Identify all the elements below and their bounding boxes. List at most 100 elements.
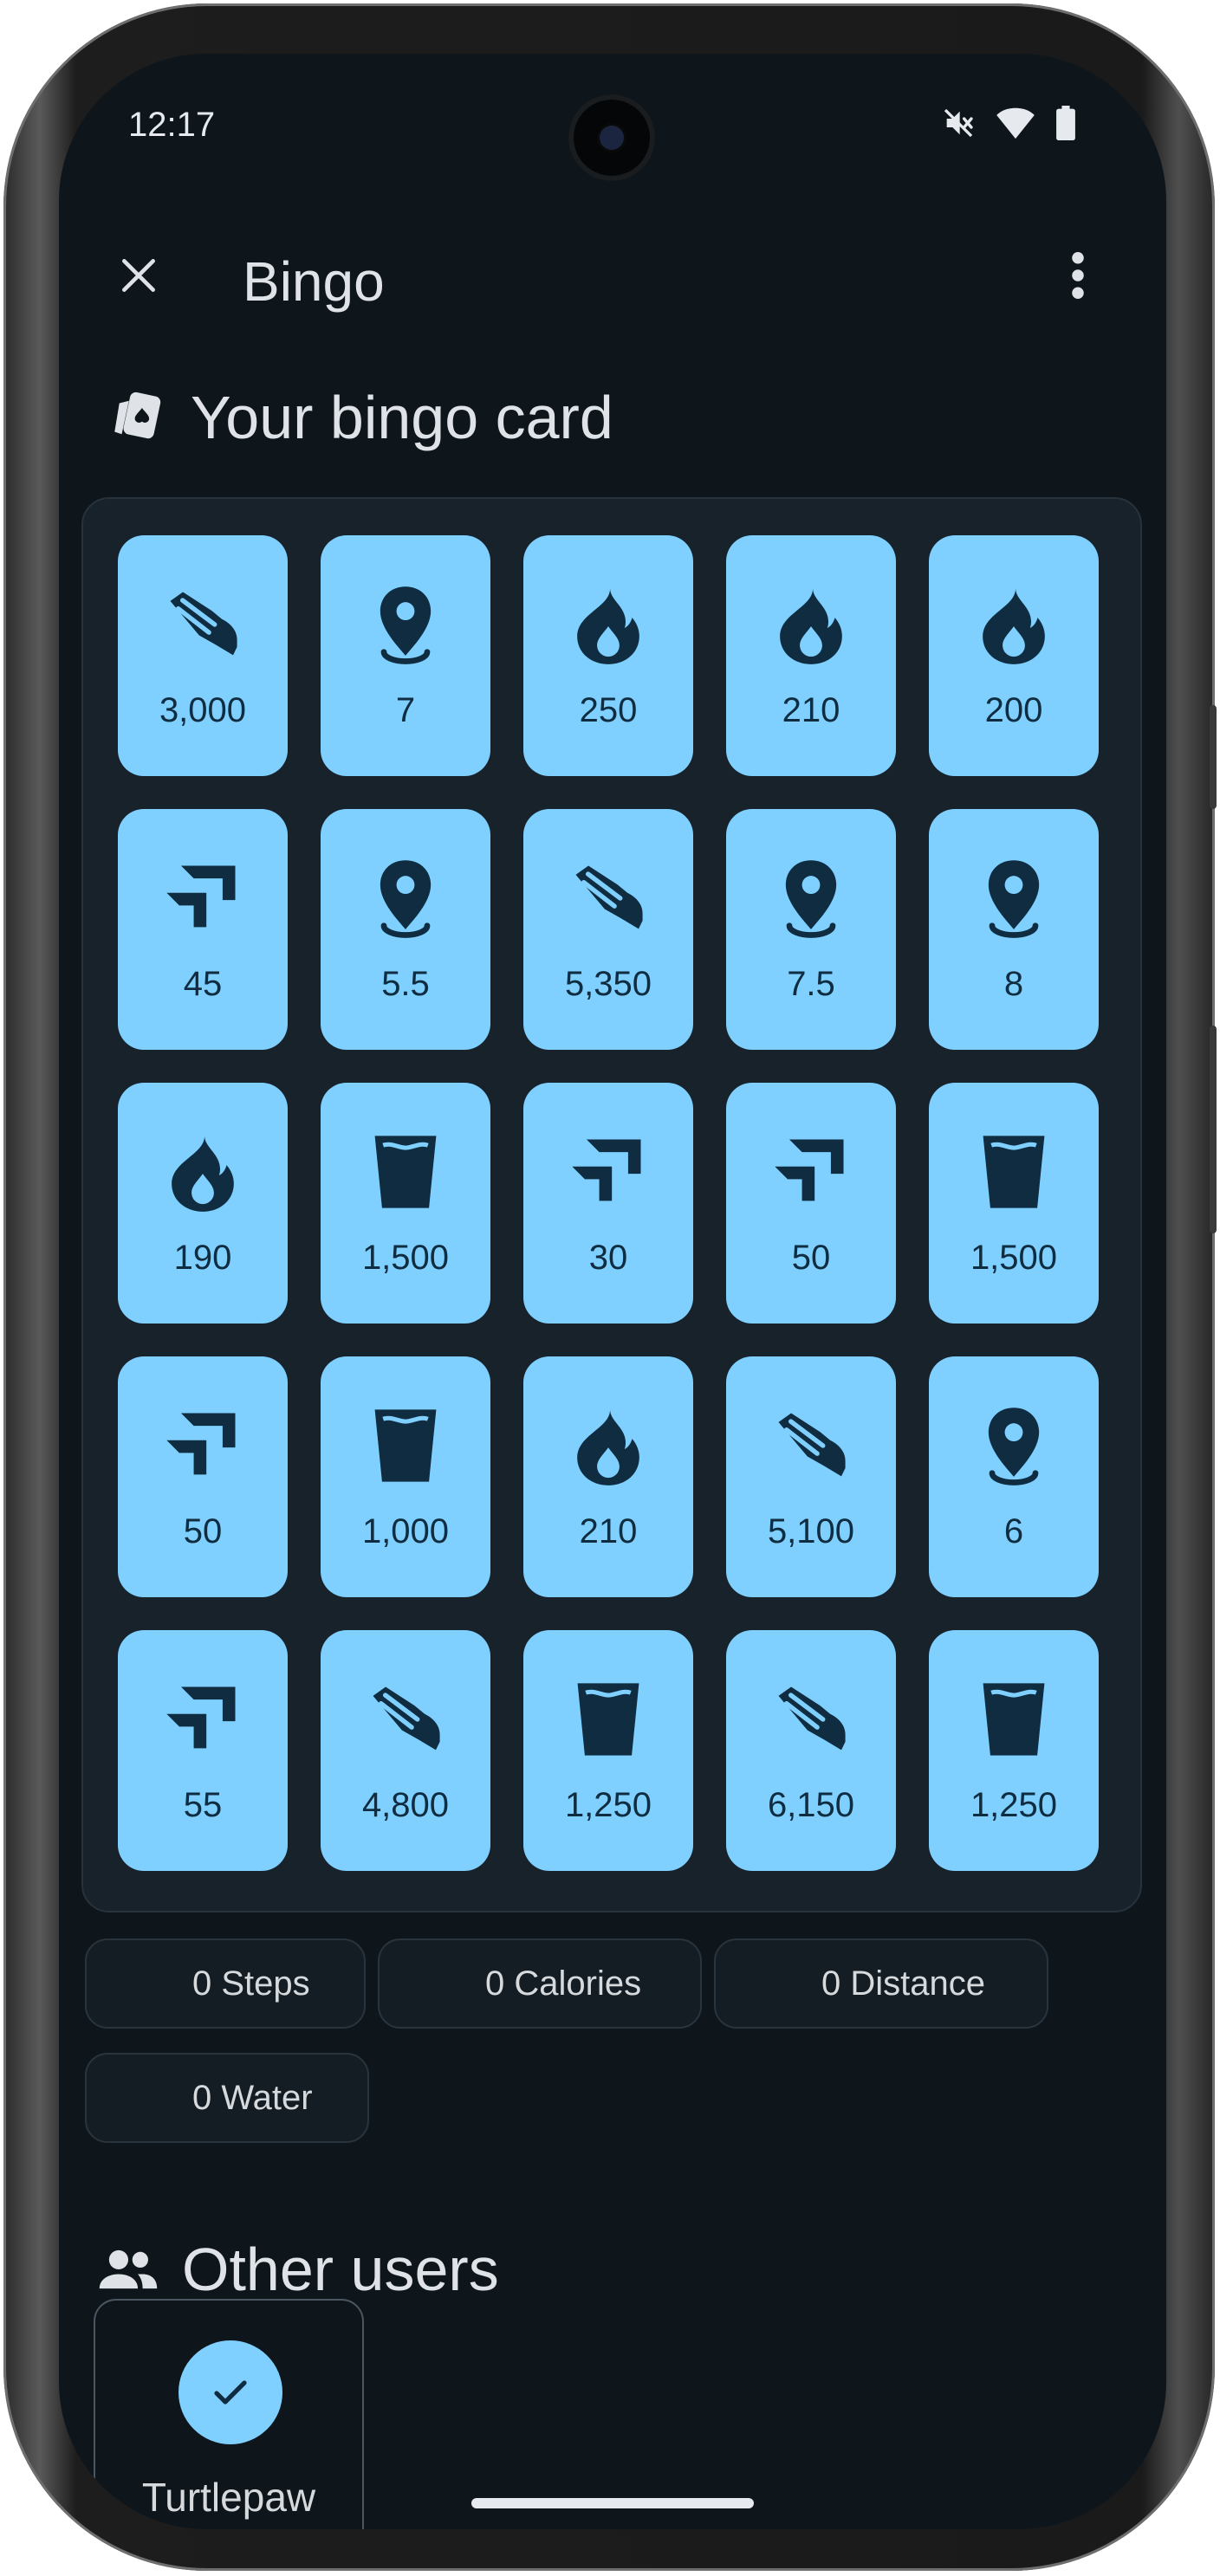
user-card[interactable]: Turtlepaw — [94, 2299, 364, 2529]
bingo-tile-value: 8 — [1003, 965, 1024, 1003]
location-pin-icon — [966, 1398, 1061, 1493]
water-glass-icon — [358, 1398, 453, 1493]
close-button[interactable] — [104, 241, 173, 310]
flame-icon — [421, 1957, 470, 2010]
bingo-tile-value: 3,000 — [159, 691, 247, 729]
user-name: Turtlepaw — [141, 2475, 316, 2520]
bingo-tile[interactable]: 1,500 — [321, 1083, 490, 1324]
location-pin-icon — [757, 1957, 806, 2010]
bingo-tile[interactable]: 190 — [118, 1083, 288, 1324]
stat-chip-label: 0 Calories — [485, 1964, 642, 2003]
volume-button — [1210, 705, 1217, 809]
bingo-tile-value: 7 — [395, 691, 416, 729]
bingo-tile-value: 30 — [588, 1239, 628, 1277]
bingo-tile[interactable]: 8 — [929, 809, 1099, 1050]
bingo-tile-value: 1,500 — [361, 1239, 450, 1277]
front-camera — [568, 94, 655, 181]
group-icon — [97, 2243, 159, 2295]
bingo-tile-value: 250 — [579, 691, 638, 729]
stat-chip[interactable]: 0 Steps — [85, 1938, 366, 2029]
bingo-tile[interactable]: 7 — [321, 535, 490, 776]
bingo-tile[interactable]: 50 — [726, 1083, 896, 1324]
stairs-icon — [155, 1672, 250, 1767]
shoe-icon — [763, 1398, 859, 1493]
bingo-tile[interactable]: 1,250 — [523, 1630, 693, 1871]
stat-chip-label: 0 Steps — [192, 1964, 310, 2003]
water-glass-icon — [966, 1672, 1061, 1767]
bingo-tile[interactable]: 6,150 — [726, 1630, 896, 1871]
more-options-button[interactable] — [1043, 241, 1113, 310]
flame-icon — [966, 577, 1061, 672]
bingo-tile[interactable]: 1,250 — [929, 1630, 1099, 1871]
status-time: 12:17 — [128, 106, 216, 144]
bingo-tile[interactable]: 210 — [726, 535, 896, 776]
check-icon — [214, 2380, 247, 2404]
bingo-tile[interactable]: 50 — [118, 1356, 288, 1597]
shoe-icon — [128, 1957, 177, 2010]
bingo-tile[interactable]: 210 — [523, 1356, 693, 1597]
bingo-tile-value: 5.5 — [381, 965, 430, 1003]
stat-chip-label: 0 Water — [192, 2078, 313, 2117]
app-title: Bingo — [243, 250, 385, 313]
bingo-tile-value: 210 — [782, 691, 840, 729]
stairs-icon — [155, 1398, 250, 1493]
flame-icon — [763, 577, 859, 672]
bingo-tile-value: 1,500 — [970, 1239, 1058, 1277]
bingo-tile[interactable]: 250 — [523, 535, 693, 776]
bingo-tile-value: 45 — [183, 965, 223, 1003]
home-indicator[interactable] — [471, 2498, 754, 2508]
bingo-tile-value: 4,800 — [361, 1786, 450, 1824]
bingo-tile-value: 210 — [579, 1512, 638, 1550]
location-pin-icon — [966, 851, 1061, 946]
close-icon — [122, 259, 155, 292]
bingo-tile[interactable]: 6 — [929, 1356, 1099, 1597]
bingo-tile-value: 6 — [1003, 1512, 1024, 1550]
bingo-tile[interactable]: 45 — [118, 809, 288, 1050]
more-vert-icon — [1072, 252, 1084, 299]
bingo-tile-value: 5,350 — [564, 965, 652, 1003]
bingo-tile[interactable]: 7.5 — [726, 809, 896, 1050]
bingo-card: 3,000 7 250 210 200 45 5.5 5,350 7.5 8 190 1,500 30 5… — [81, 497, 1142, 1913]
stairs-icon — [763, 1124, 859, 1220]
stat-chip-label: 0 Distance — [821, 1964, 985, 2003]
water-glass-icon — [358, 1124, 453, 1220]
stat-chip[interactable]: 0 Distance — [714, 1938, 1048, 2029]
bingo-tile-value: 6,150 — [767, 1786, 855, 1824]
bingo-tile-value: 55 — [183, 1786, 223, 1824]
avatar — [178, 2340, 282, 2444]
bingo-tile[interactable]: 30 — [523, 1083, 693, 1324]
stat-chip[interactable]: 0 Water — [85, 2053, 369, 2143]
other-users-title: Other users — [182, 2236, 499, 2303]
location-pin-icon — [358, 577, 453, 672]
bingo-tile[interactable]: 55 — [118, 1630, 288, 1871]
battery-icon — [1055, 106, 1076, 145]
bingo-tile[interactable]: 3,000 — [118, 535, 288, 776]
location-pin-icon — [358, 851, 453, 946]
screen: 12:17 Bingo Your bingo card 3,000 7 250 … — [59, 54, 1166, 2529]
bingo-tile-value: 7.5 — [787, 965, 835, 1003]
bingo-tile[interactable]: 5,350 — [523, 809, 693, 1050]
wifi-icon — [996, 106, 1035, 145]
bingo-tile[interactable]: 1,500 — [929, 1083, 1099, 1324]
power-button — [1210, 1026, 1217, 1233]
stairs-icon — [561, 1124, 656, 1220]
stat-chip[interactable]: 0 Calories — [378, 1938, 702, 2029]
bingo-tile-value: 50 — [791, 1239, 831, 1277]
location-pin-icon — [763, 851, 859, 946]
flame-icon — [561, 1398, 656, 1493]
bingo-tile[interactable]: 5.5 — [321, 809, 490, 1050]
bingo-tile[interactable]: 5,100 — [726, 1356, 896, 1597]
bingo-tile-value: 50 — [183, 1512, 223, 1550]
bingo-tile-value: 200 — [984, 691, 1043, 729]
shoe-icon — [561, 851, 656, 946]
bingo-section-title: Your bingo card — [191, 384, 613, 451]
bingo-tile[interactable]: 4,800 — [321, 1630, 490, 1871]
water-glass-icon — [561, 1672, 656, 1767]
bingo-tile[interactable]: 1,000 — [321, 1356, 490, 1597]
shoe-icon — [358, 1672, 453, 1767]
bingo-tile-value: 5,100 — [767, 1512, 855, 1550]
shoe-icon — [763, 1672, 859, 1767]
phone-frame: 12:17 Bingo Your bingo card 3,000 7 250 … — [3, 3, 1217, 2571]
bingo-section-header: Your bingo card — [106, 383, 613, 452]
bingo-tile[interactable]: 200 — [929, 535, 1099, 776]
